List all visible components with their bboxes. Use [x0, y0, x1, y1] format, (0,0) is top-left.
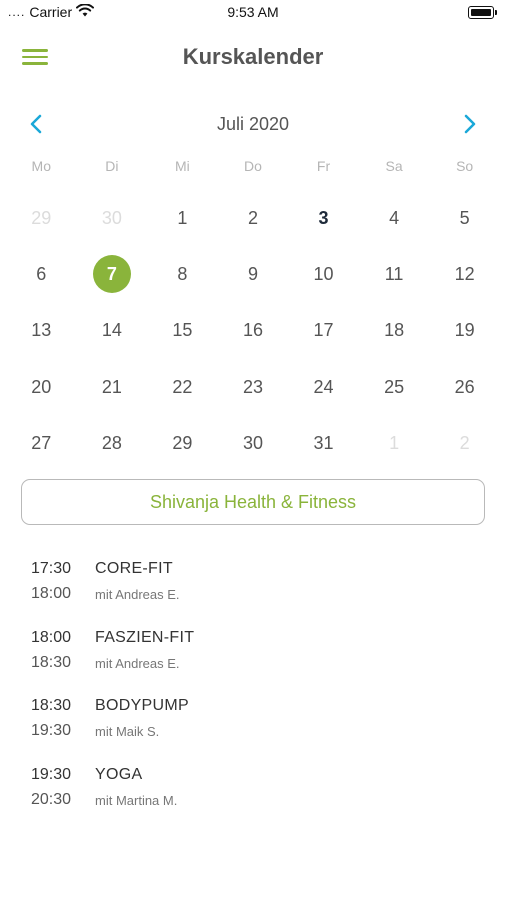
calendar-day[interactable]: 30	[77, 190, 148, 246]
class-end-time: 20:30	[31, 790, 72, 808]
class-trainer: mit Martina M.	[95, 792, 178, 808]
class-item[interactable]: 19:30 20:30 YOGA mit Martina M.	[0, 764, 506, 833]
calendar-week: 27 28 29 30 31 1 2	[6, 415, 500, 471]
calendar-day[interactable]: 21	[77, 359, 148, 415]
status-bar: .... Carrier 9:53 AM	[0, 0, 506, 26]
calendar-day[interactable]: 17	[288, 303, 359, 359]
class-item[interactable]: 18:00 18:30 FASZIEN-FIT mit Andreas E.	[0, 627, 506, 696]
class-start-time: 18:00	[31, 628, 72, 646]
calendar-day[interactable]: 25	[359, 359, 430, 415]
calendar-day[interactable]: 28	[77, 415, 148, 471]
class-end-time: 19:30	[31, 722, 72, 740]
weekday-label: Sa	[385, 158, 403, 174]
calendar-day[interactable]: 14	[77, 303, 148, 359]
class-start-time: 17:30	[31, 560, 72, 577]
weekday-label: Mi	[175, 158, 190, 174]
studio-select-button[interactable]: Shivanja Health & Fitness	[21, 479, 485, 525]
calendar-day[interactable]: 10	[288, 246, 359, 302]
class-name: YOGA	[95, 765, 143, 783]
battery-icon	[468, 6, 497, 19]
nav-bar: Kurskalender	[0, 36, 506, 80]
calendar-day[interactable]: 31	[288, 415, 359, 471]
weekday-label: Fr	[316, 158, 331, 174]
page-title: Kurskalender	[182, 44, 324, 69]
calendar-week: 13 14 15 16 17 18 19	[6, 303, 500, 359]
calendar-day[interactable]: 9	[218, 246, 289, 302]
class-trainer: mit Andreas E.	[95, 587, 180, 602]
calendar-day[interactable]: 30	[218, 415, 289, 471]
month-label: Juli 2020	[216, 114, 290, 134]
calendar-day[interactable]: 1	[359, 415, 430, 471]
calendar-day[interactable]: 8	[147, 246, 218, 302]
calendar-day[interactable]: 4	[359, 190, 430, 246]
calendar-day[interactable]: 6	[6, 246, 77, 302]
calendar-day-selected[interactable]: 7	[77, 246, 148, 302]
calendar-day[interactable]: 29	[147, 415, 218, 471]
calendar-day[interactable]: 5	[429, 190, 500, 246]
class-end-time: 18:00	[31, 585, 72, 602]
calendar-day[interactable]: 11	[359, 246, 430, 302]
calendar-day[interactable]: 18	[359, 303, 430, 359]
class-item[interactable]: 18:30 19:30 BODYPUMP mit Maik S.	[0, 695, 506, 764]
calendar-day[interactable]: 23	[218, 359, 289, 415]
month-header: Juli 2020	[0, 110, 506, 140]
class-end-time: 18:30	[31, 653, 72, 671]
calendar-day[interactable]: 29	[6, 190, 77, 246]
calendar-day[interactable]: 2	[218, 190, 289, 246]
weekday-label: Di	[105, 158, 119, 174]
weekday-label: Mo	[31, 158, 51, 174]
class-list: 17:30 18:00 CORE-FIT mit Andreas E. 18:0…	[0, 558, 506, 832]
class-name: BODYPUMP	[95, 697, 189, 715]
calendar-day[interactable]: 2	[429, 415, 500, 471]
weekday-label: Do	[244, 158, 262, 174]
calendar-week: 6 7 8 9 10 11 12	[6, 246, 500, 302]
class-start-time: 18:30	[31, 697, 72, 715]
calendar-grid: 29 30 1 2 3 4 5 6 7 8 9 10 11 12 13 14 1…	[6, 190, 500, 471]
class-name: FASZIEN-FIT	[95, 628, 195, 646]
calendar-week: 29 30 1 2 3 4 5	[6, 190, 500, 246]
calendar-day[interactable]: 12	[429, 246, 500, 302]
class-item[interactable]: 17:30 18:00 CORE-FIT mit Andreas E.	[0, 558, 506, 627]
calendar-day[interactable]: 24	[288, 359, 359, 415]
class-trainer: mit Andreas E.	[95, 655, 180, 671]
class-trainer: mit Maik S.	[95, 724, 160, 740]
calendar-day[interactable]: 15	[147, 303, 218, 359]
weekday-label: So	[456, 158, 474, 174]
calendar-day[interactable]: 22	[147, 359, 218, 415]
class-name: CORE-FIT	[95, 560, 173, 577]
status-time: 9:53 AM	[227, 4, 279, 20]
calendar-day[interactable]: 27	[6, 415, 77, 471]
calendar-day[interactable]: 16	[218, 303, 289, 359]
chevron-right-icon[interactable]	[458, 112, 480, 136]
calendar-day-today[interactable]: 3	[288, 190, 359, 246]
calendar-day[interactable]: 20	[6, 359, 77, 415]
calendar-day[interactable]: 1	[147, 190, 218, 246]
calendar-day[interactable]: 19	[429, 303, 500, 359]
calendar-day[interactable]: 13	[6, 303, 77, 359]
weekday-header: Mo Di Mi Do Fr Sa So	[6, 158, 500, 174]
class-start-time: 19:30	[31, 765, 72, 783]
calendar-week: 20 21 22 23 24 25 26	[6, 359, 500, 415]
calendar-day[interactable]: 26	[429, 359, 500, 415]
